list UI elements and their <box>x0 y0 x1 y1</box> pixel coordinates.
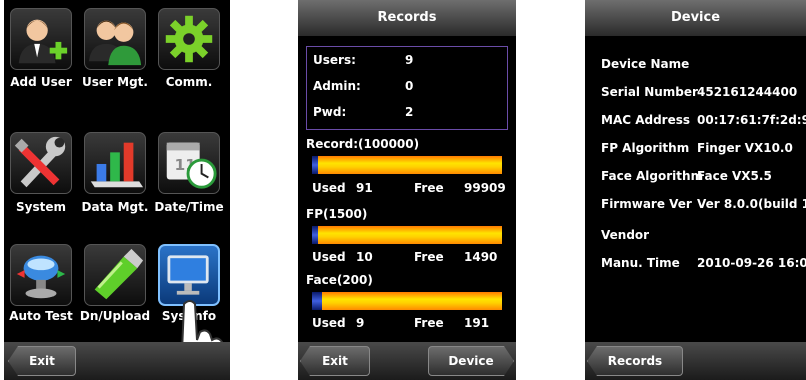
face-algorithm-value: Face VX5.5 <box>697 169 772 183</box>
firmware-version-value: Ver 8.0.0(build 15 <box>697 197 806 211</box>
face-free-value: 191 <box>464 316 490 330</box>
manufacture-time-value: 2010-09-26 16:01: <box>697 256 806 270</box>
user-stats-box: Users: 9 Admin: 0 Pwd: 2 <box>306 46 508 130</box>
fp-used-value: 10 <box>356 250 373 264</box>
test-icon <box>16 255 66 299</box>
fp-algorithm-label: FP Algorithm <box>601 141 690 155</box>
add-user-icon <box>18 19 68 64</box>
pwd-value: 2 <box>405 105 414 119</box>
usb-drive-icon <box>94 248 144 300</box>
face-capacity-title: Face(200) <box>306 273 373 287</box>
admin-value: 0 <box>405 79 414 93</box>
record-used-label: Used <box>312 181 346 195</box>
add-user-label: Add User <box>10 75 72 89</box>
face-capacity-bar <box>312 292 502 310</box>
record-used-fill <box>312 156 318 174</box>
fp-used-fill <box>312 226 318 244</box>
face-used-fill <box>312 292 322 310</box>
records-bottom-bar: Exit Device <box>298 342 516 380</box>
records-button[interactable]: Records <box>587 346 683 376</box>
face-algorithm-label: Face Algorithm <box>601 169 704 183</box>
chart-icon <box>90 142 144 188</box>
fp-free-label: Free <box>414 250 444 264</box>
data-management-tile[interactable] <box>84 132 146 194</box>
record-free-label: Free <box>414 181 444 195</box>
fp-capacity-title: FP(1500) <box>306 207 368 221</box>
calendar-clock-icon: 11 <box>166 142 217 189</box>
users-label: Users: <box>313 53 356 67</box>
fp-free-value: 1490 <box>464 250 498 264</box>
user-management-tile[interactable] <box>84 8 146 70</box>
date-time-label: Date/Time <box>154 200 224 214</box>
exit-button[interactable]: Exit <box>300 346 370 376</box>
fp-used-label: Used <box>312 250 346 264</box>
face-used-value: 9 <box>356 316 365 330</box>
download-upload-label: Dn/Upload <box>79 309 151 323</box>
user-management-label: User Mgt. <box>82 75 148 89</box>
device-bottom-bar: Records <box>585 342 806 380</box>
exit-button[interactable]: Exit <box>8 346 76 376</box>
firmware-version-label: Firmware Ver <box>601 197 692 211</box>
mac-address-label: MAC Address <box>601 113 691 127</box>
device-button[interactable]: Device <box>428 346 514 376</box>
face-used-label: Used <box>312 316 346 330</box>
auto-test-tile[interactable] <box>10 244 72 306</box>
add-user-tile[interactable] <box>10 8 72 70</box>
communication-label: Comm. <box>165 75 213 89</box>
serial-number-value: 452161244400 <box>697 85 798 99</box>
records-title: Records <box>298 0 516 36</box>
serial-number-label: Serial Number <box>601 85 698 99</box>
vendor-label: Vendor <box>601 228 650 242</box>
device-title: Device <box>585 0 806 36</box>
manufacture-time-label: Manu. Time <box>601 256 680 270</box>
records-screen: Records Users: 9 Admin: 0 Pwd: 2 Record:… <box>298 0 516 380</box>
mac-address-value: 00:17:61:7f:2d:97 <box>697 113 806 127</box>
pwd-label: Pwd: <box>313 105 347 119</box>
device-name-label: Device Name <box>601 57 690 71</box>
users-value: 9 <box>405 53 414 67</box>
users-icon <box>88 20 142 66</box>
admin-label: Admin: <box>313 79 361 93</box>
fp-algorithm-value: Finger VX10.0 <box>697 141 793 155</box>
system-tile[interactable] <box>10 132 72 194</box>
tools-icon <box>14 136 66 188</box>
record-capacity-title: Record:(100000) <box>306 137 420 151</box>
auto-test-label: Auto Test <box>9 309 73 323</box>
data-management-label: Data Mgt. <box>81 200 149 214</box>
download-upload-tile[interactable] <box>84 244 146 306</box>
device-screen: Device Device Name Serial Number 4521612… <box>585 0 806 380</box>
date-time-tile[interactable]: 11 <box>158 132 220 194</box>
communication-tile[interactable] <box>158 8 220 70</box>
gear-icon <box>165 15 213 63</box>
menu-bottom-bar: Exit <box>4 342 230 380</box>
record-used-value: 91 <box>356 181 373 195</box>
record-capacity-bar <box>312 156 502 174</box>
face-free-label: Free <box>414 316 444 330</box>
fp-capacity-bar <box>312 226 502 244</box>
record-free-value: 99909 <box>464 181 506 195</box>
system-label: System <box>16 200 66 214</box>
main-menu-screen: Add User User Mgt. Comm. System Data Mgt… <box>4 0 230 380</box>
